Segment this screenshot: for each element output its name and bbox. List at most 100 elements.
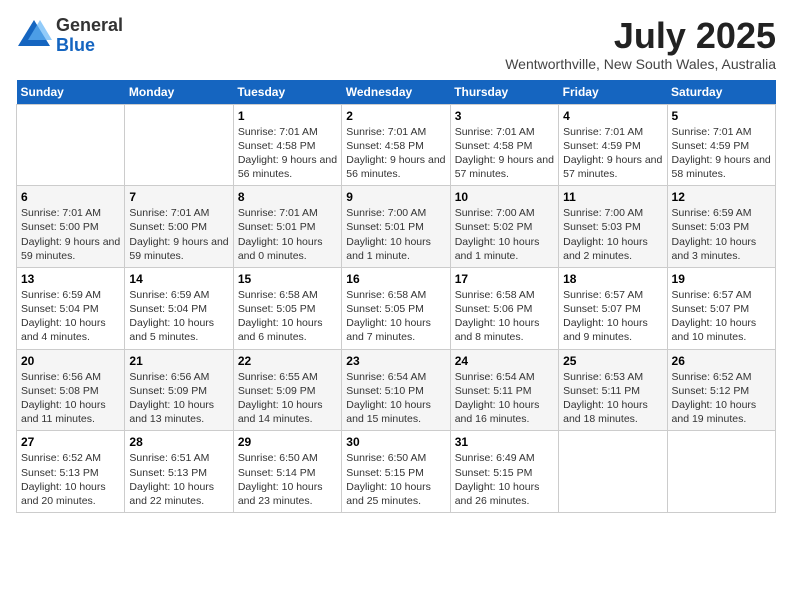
calendar-cell: 14Sunrise: 6:59 AM Sunset: 5:04 PM Dayli… — [125, 267, 233, 349]
day-info: Sunrise: 6:51 AM Sunset: 5:13 PM Dayligh… — [129, 451, 228, 508]
calendar-cell: 25 Sunrise: 6:53 AM Sunset: 5:11 PM Dayli… — [559, 349, 667, 431]
calendar-cell: 5 Sunrise: 7:01 AM Sunset: 4:59 PM Daylig… — [667, 104, 775, 186]
calendar-cell: 24Sunrise: 6:54 AM Sunset: 5:11 PM Dayli… — [450, 349, 558, 431]
day-number: 13 — [21, 272, 120, 286]
calendar-cell: 16 Sunrise: 6:58 AM Sunset: 5:05 PM Dayli… — [342, 267, 450, 349]
day-info: Sunrise: 6:56 AM Sunset: 5:09 PM Dayligh… — [129, 370, 228, 427]
calendar-cell: 26Sunrise: 6:52 AM Sunset: 5:12 PM Dayli… — [667, 349, 775, 431]
day-number: 27 — [21, 435, 120, 449]
calendar-cell: 10 Sunrise: 7:00 AM Sunset: 5:02 PM Dayli… — [450, 186, 558, 268]
day-info: Sunrise: 7:01 AM Sunset: 4:58 PM Dayligh… — [346, 125, 445, 182]
day-number: 4 — [563, 109, 662, 123]
day-info: Sunrise: 6:55 AM Sunset: 5:09 PM Dayligh… — [238, 370, 337, 427]
day-info: Sunrise: 7:01 AM Sunset: 4:58 PM Dayligh… — [238, 125, 337, 182]
day-number: 21 — [129, 354, 228, 368]
day-info: Sunrise: 6:53 AM Sunset: 5:11 PM Dayligh… — [563, 370, 662, 427]
calendar-cell: 22 Sunrise: 6:55 AM Sunset: 5:09 PM Dayli… — [233, 349, 341, 431]
logo-general-text: General — [56, 15, 123, 35]
week-row-5: 27 Sunrise: 6:52 AM Sunset: 5:13 PM Dayli… — [17, 431, 776, 513]
calendar-cell — [667, 431, 775, 513]
day-number: 23 — [346, 354, 445, 368]
day-number: 28 — [129, 435, 228, 449]
day-number: 7 — [129, 190, 228, 204]
calendar-cell: 15 Sunrise: 6:58 AM Sunset: 5:05 PM Dayli… — [233, 267, 341, 349]
day-info: Sunrise: 6:49 AM Sunset: 5:15 PM Dayligh… — [455, 451, 554, 508]
calendar-cell: 18 Sunrise: 6:57 AM Sunset: 5:07 PM Dayli… — [559, 267, 667, 349]
day-info: Sunrise: 7:00 AM Sunset: 5:01 PM Dayligh… — [346, 206, 445, 263]
header-thursday: Thursday — [450, 80, 558, 105]
day-number: 22 — [238, 354, 337, 368]
day-number: 18 — [563, 272, 662, 286]
week-row-4: 20 Sunrise: 6:56 AM Sunset: 5:08 PM Dayli… — [17, 349, 776, 431]
day-info: Sunrise: 6:50 AM Sunset: 5:14 PM Dayligh… — [238, 451, 337, 508]
week-row-1: 1Sunrise: 7:01 AM Sunset: 4:58 PM Daylig… — [17, 104, 776, 186]
calendar-cell: 23 Sunrise: 6:54 AM Sunset: 5:10 PM Dayli… — [342, 349, 450, 431]
logo: General Blue — [16, 16, 123, 56]
calendar-cell: 13 Sunrise: 6:59 AM Sunset: 5:04 PM Dayli… — [17, 267, 125, 349]
day-number: 24 — [455, 354, 554, 368]
week-row-2: 6 Sunrise: 7:01 AM Sunset: 5:00 PM Daylig… — [17, 186, 776, 268]
calendar-cell: 30Sunrise: 6:50 AM Sunset: 5:15 PM Dayli… — [342, 431, 450, 513]
calendar-cell — [559, 431, 667, 513]
calendar-cell: 6Sunrise: 7:01 AM Sunset: 5:00 PM Daylig… — [17, 186, 125, 268]
calendar-cell: 8Sunrise: 7:01 AM Sunset: 5:01 PM Daylig… — [233, 186, 341, 268]
week-row-3: 13 Sunrise: 6:59 AM Sunset: 5:04 PM Dayli… — [17, 267, 776, 349]
day-number: 30 — [346, 435, 445, 449]
header-saturday: Saturday — [667, 80, 775, 105]
day-info: Sunrise: 7:01 AM Sunset: 4:59 PM Dayligh… — [563, 125, 662, 182]
day-info: Sunrise: 6:58 AM Sunset: 5:06 PM Dayligh… — [455, 288, 554, 345]
calendar-cell — [125, 104, 233, 186]
day-number: 12 — [672, 190, 771, 204]
calendar-cell: 31 Sunrise: 6:49 AM Sunset: 5:15 PM Dayli… — [450, 431, 558, 513]
day-number: 26 — [672, 354, 771, 368]
day-info: Sunrise: 6:58 AM Sunset: 5:05 PM Dayligh… — [346, 288, 445, 345]
calendar-cell: 3 Sunrise: 7:01 AM Sunset: 4:58 PM Daylig… — [450, 104, 558, 186]
calendar-table: SundayMondayTuesdayWednesdayThursdayFrid… — [16, 80, 776, 513]
day-info: Sunrise: 6:52 AM Sunset: 5:13 PM Dayligh… — [21, 451, 120, 508]
day-number: 2 — [346, 109, 445, 123]
day-number: 31 — [455, 435, 554, 449]
calendar-cell: 20 Sunrise: 6:56 AM Sunset: 5:08 PM Dayli… — [17, 349, 125, 431]
calendar-cell: 7 Sunrise: 7:01 AM Sunset: 5:00 PM Daylig… — [125, 186, 233, 268]
location-title: Wentworthville, New South Wales, Austral… — [505, 56, 776, 72]
day-info: Sunrise: 7:01 AM Sunset: 4:59 PM Dayligh… — [672, 125, 771, 182]
day-number: 5 — [672, 109, 771, 123]
calendar-cell: 29Sunrise: 6:50 AM Sunset: 5:14 PM Dayli… — [233, 431, 341, 513]
day-number: 3 — [455, 109, 554, 123]
day-info: Sunrise: 7:00 AM Sunset: 5:02 PM Dayligh… — [455, 206, 554, 263]
logo-icon — [16, 18, 52, 54]
day-number: 6 — [21, 190, 120, 204]
header-tuesday: Tuesday — [233, 80, 341, 105]
header-monday: Monday — [125, 80, 233, 105]
calendar-cell: 27 Sunrise: 6:52 AM Sunset: 5:13 PM Dayli… — [17, 431, 125, 513]
day-info: Sunrise: 6:57 AM Sunset: 5:07 PM Dayligh… — [563, 288, 662, 345]
calendar-cell: 21 Sunrise: 6:56 AM Sunset: 5:09 PM Dayli… — [125, 349, 233, 431]
day-info: Sunrise: 6:57 AM Sunset: 5:07 PM Dayligh… — [672, 288, 771, 345]
day-number: 17 — [455, 272, 554, 286]
day-info: Sunrise: 7:01 AM Sunset: 5:01 PM Dayligh… — [238, 206, 337, 263]
calendar-cell: 19Sunrise: 6:57 AM Sunset: 5:07 PM Dayli… — [667, 267, 775, 349]
logo-blue-text: Blue — [56, 35, 95, 55]
day-number: 16 — [346, 272, 445, 286]
calendar-cell: 17 Sunrise: 6:58 AM Sunset: 5:06 PM Dayli… — [450, 267, 558, 349]
day-info: Sunrise: 6:56 AM Sunset: 5:08 PM Dayligh… — [21, 370, 120, 427]
day-info: Sunrise: 7:01 AM Sunset: 4:58 PM Dayligh… — [455, 125, 554, 182]
header-sunday: Sunday — [17, 80, 125, 105]
day-number: 20 — [21, 354, 120, 368]
calendar-cell: 4 Sunrise: 7:01 AM Sunset: 4:59 PM Daylig… — [559, 104, 667, 186]
calendar-cell: 28 Sunrise: 6:51 AM Sunset: 5:13 PM Dayli… — [125, 431, 233, 513]
header-wednesday: Wednesday — [342, 80, 450, 105]
day-info: Sunrise: 6:58 AM Sunset: 5:05 PM Dayligh… — [238, 288, 337, 345]
day-info: Sunrise: 7:01 AM Sunset: 5:00 PM Dayligh… — [129, 206, 228, 263]
day-info: Sunrise: 6:54 AM Sunset: 5:10 PM Dayligh… — [346, 370, 445, 427]
day-number: 11 — [563, 190, 662, 204]
day-number: 15 — [238, 272, 337, 286]
day-number: 25 — [563, 354, 662, 368]
month-title: July 2025 — [505, 16, 776, 56]
calendar-cell: 2 Sunrise: 7:01 AM Sunset: 4:58 PM Daylig… — [342, 104, 450, 186]
day-number: 10 — [455, 190, 554, 204]
calendar-cell: 1Sunrise: 7:01 AM Sunset: 4:58 PM Daylig… — [233, 104, 341, 186]
day-info: Sunrise: 6:59 AM Sunset: 5:03 PM Dayligh… — [672, 206, 771, 263]
day-info: Sunrise: 6:59 AM Sunset: 5:04 PM Dayligh… — [21, 288, 120, 345]
calendar-cell: 12 Sunrise: 6:59 AM Sunset: 5:03 PM Dayli… — [667, 186, 775, 268]
